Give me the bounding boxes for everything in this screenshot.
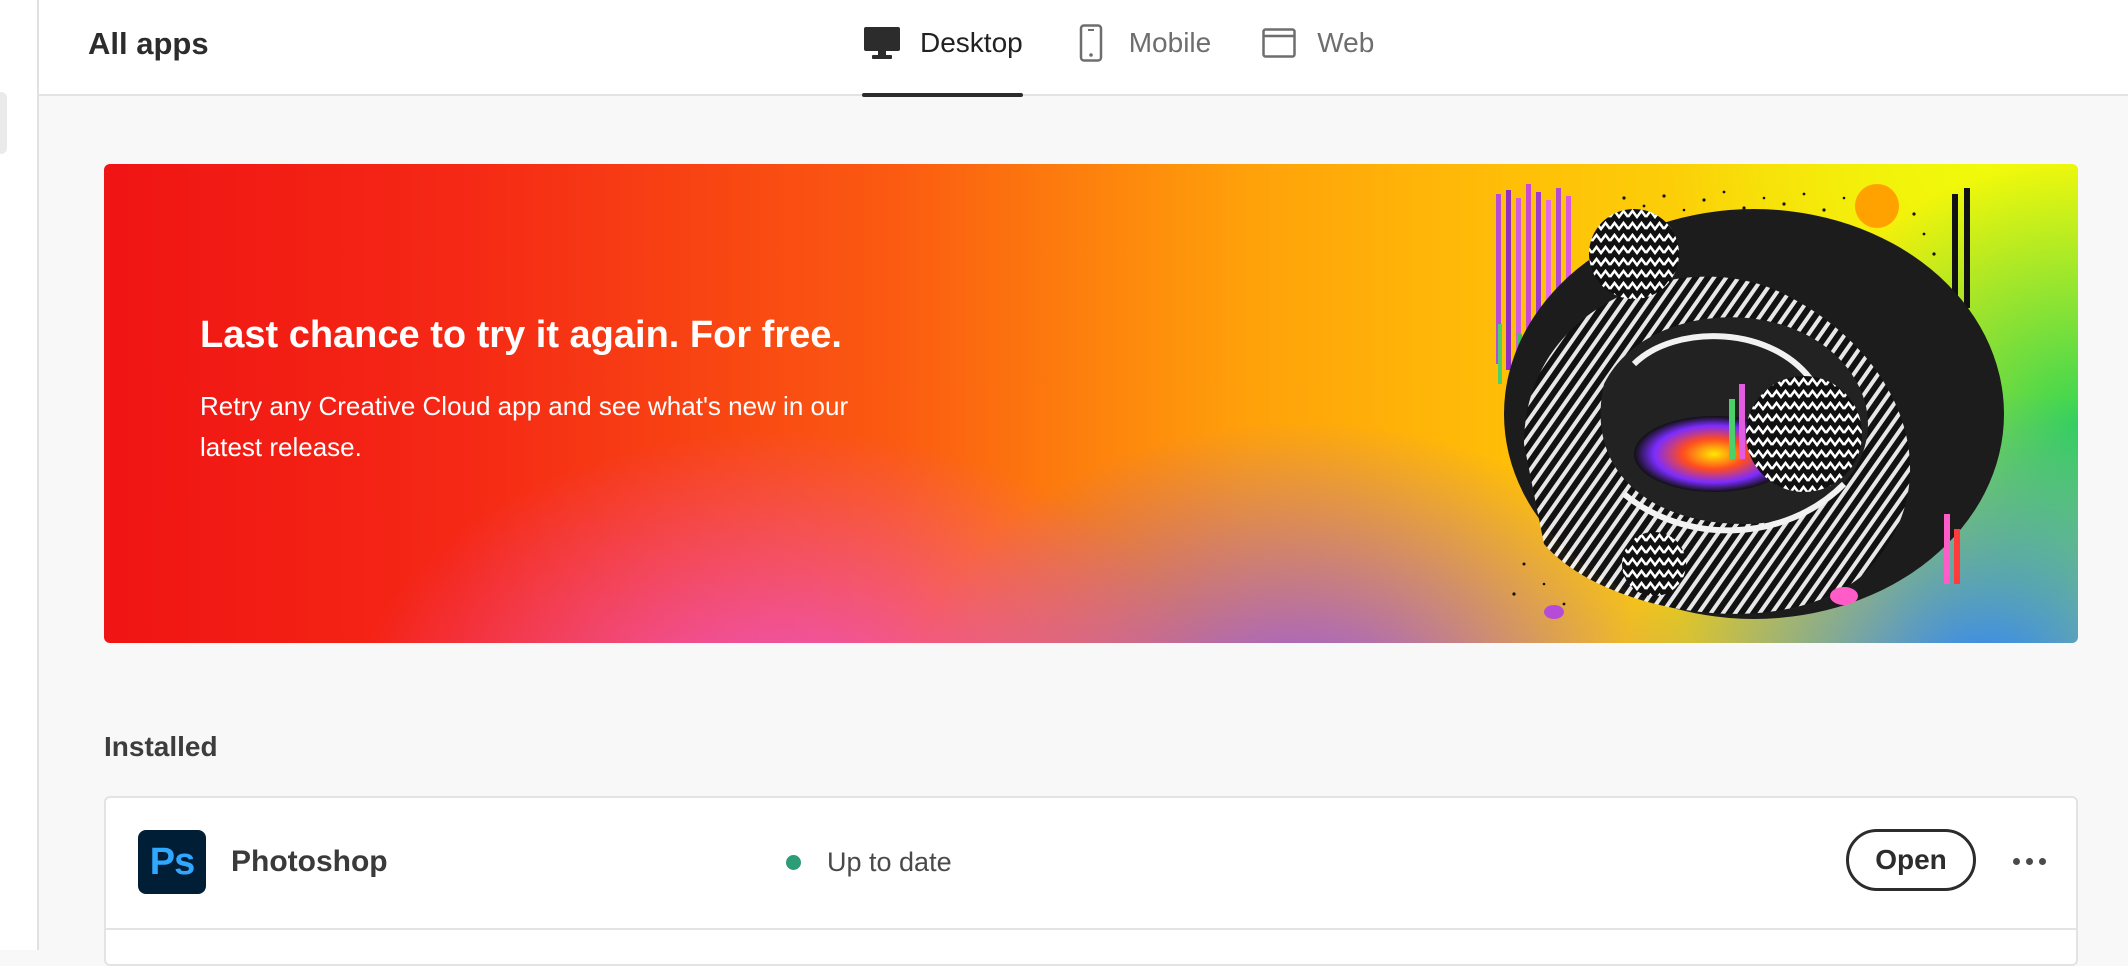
banner-title: Last chance to try it again. For free. [200,314,842,356]
app-row-photoshop[interactable]: Ps Photoshop Up to date Open [106,798,2076,930]
browser-window-icon [1259,23,1299,63]
tab-label: Mobile [1128,27,1212,58]
tab-web[interactable]: Web [1259,0,1374,86]
photoshop-logo-icon: Ps [138,830,206,894]
left-rail [0,0,39,950]
tab-mobile[interactable]: Mobile [1071,0,1211,86]
mobile-icon [1071,23,1111,63]
installed-apps-list: Ps Photoshop Up to date Open [104,796,2078,966]
desktop-icon [862,23,902,63]
banner-subtitle: Retry any Creative Cloud app and see wha… [200,391,849,462]
app-status: Up to date [786,847,952,878]
tab-label: Web [1317,27,1375,58]
open-button[interactable]: Open [1846,829,1976,891]
more-options-icon[interactable] [2004,844,2054,878]
page-title: All apps [88,26,209,61]
section-title-installed: Installed [104,731,218,762]
status-dot-icon [786,855,801,870]
promo-banner[interactable]: Last chance to try it again. For free. R… [104,164,2078,643]
banner-artwork [1496,184,2004,619]
top-bar: All apps Desktop Mobile Web [39,0,2128,97]
platform-tabs: Desktop Mobile Web [862,0,1422,97]
app-name: Photoshop [231,845,388,878]
tab-label: Desktop [920,27,1023,58]
rail-selected-indicator[interactable] [0,92,7,154]
status-text: Up to date [827,847,952,877]
tab-desktop[interactable]: Desktop [862,0,1023,97]
